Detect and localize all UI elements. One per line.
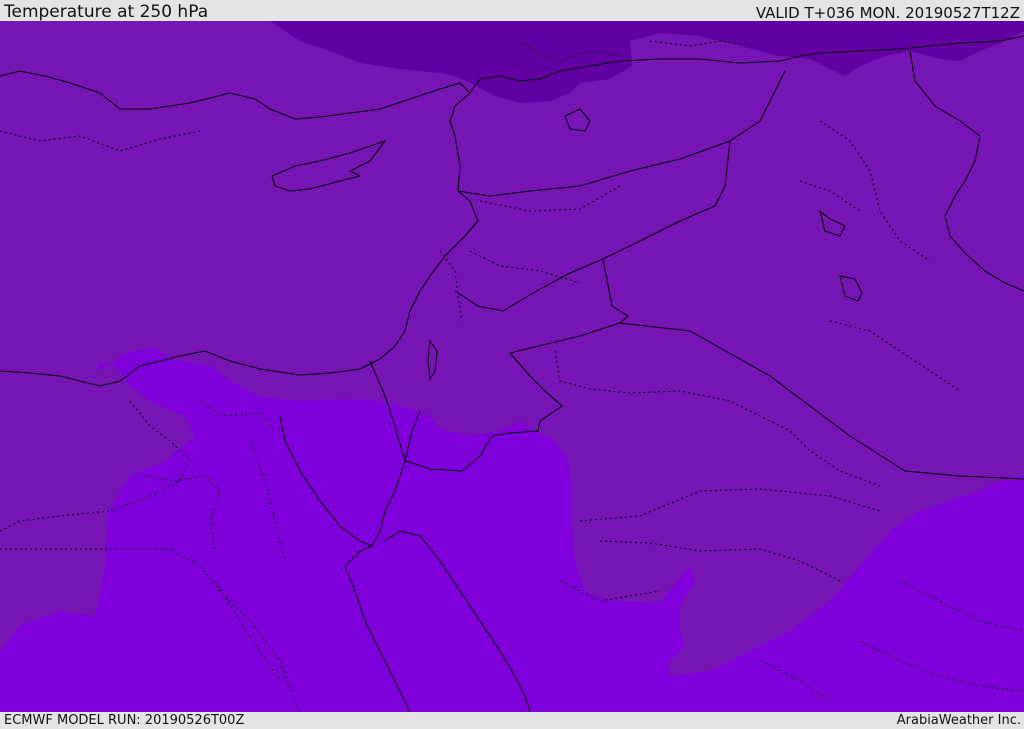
footer-bar: ECMWF MODEL RUN: 20190526T00Z ArabiaWeat… <box>0 712 1024 729</box>
credit-label: ArabiaWeather Inc. <box>896 713 1021 728</box>
header-bar: Temperature at 250 hPa VALID T+036 MON. … <box>0 0 1024 21</box>
temperature-map <box>0 21 1024 712</box>
valid-time: VALID T+036 MON. 20190527T12Z <box>755 4 1020 22</box>
map-title: Temperature at 250 hPa <box>4 2 209 22</box>
model-run-label: ECMWF MODEL RUN: 20190526T00Z <box>4 713 245 728</box>
